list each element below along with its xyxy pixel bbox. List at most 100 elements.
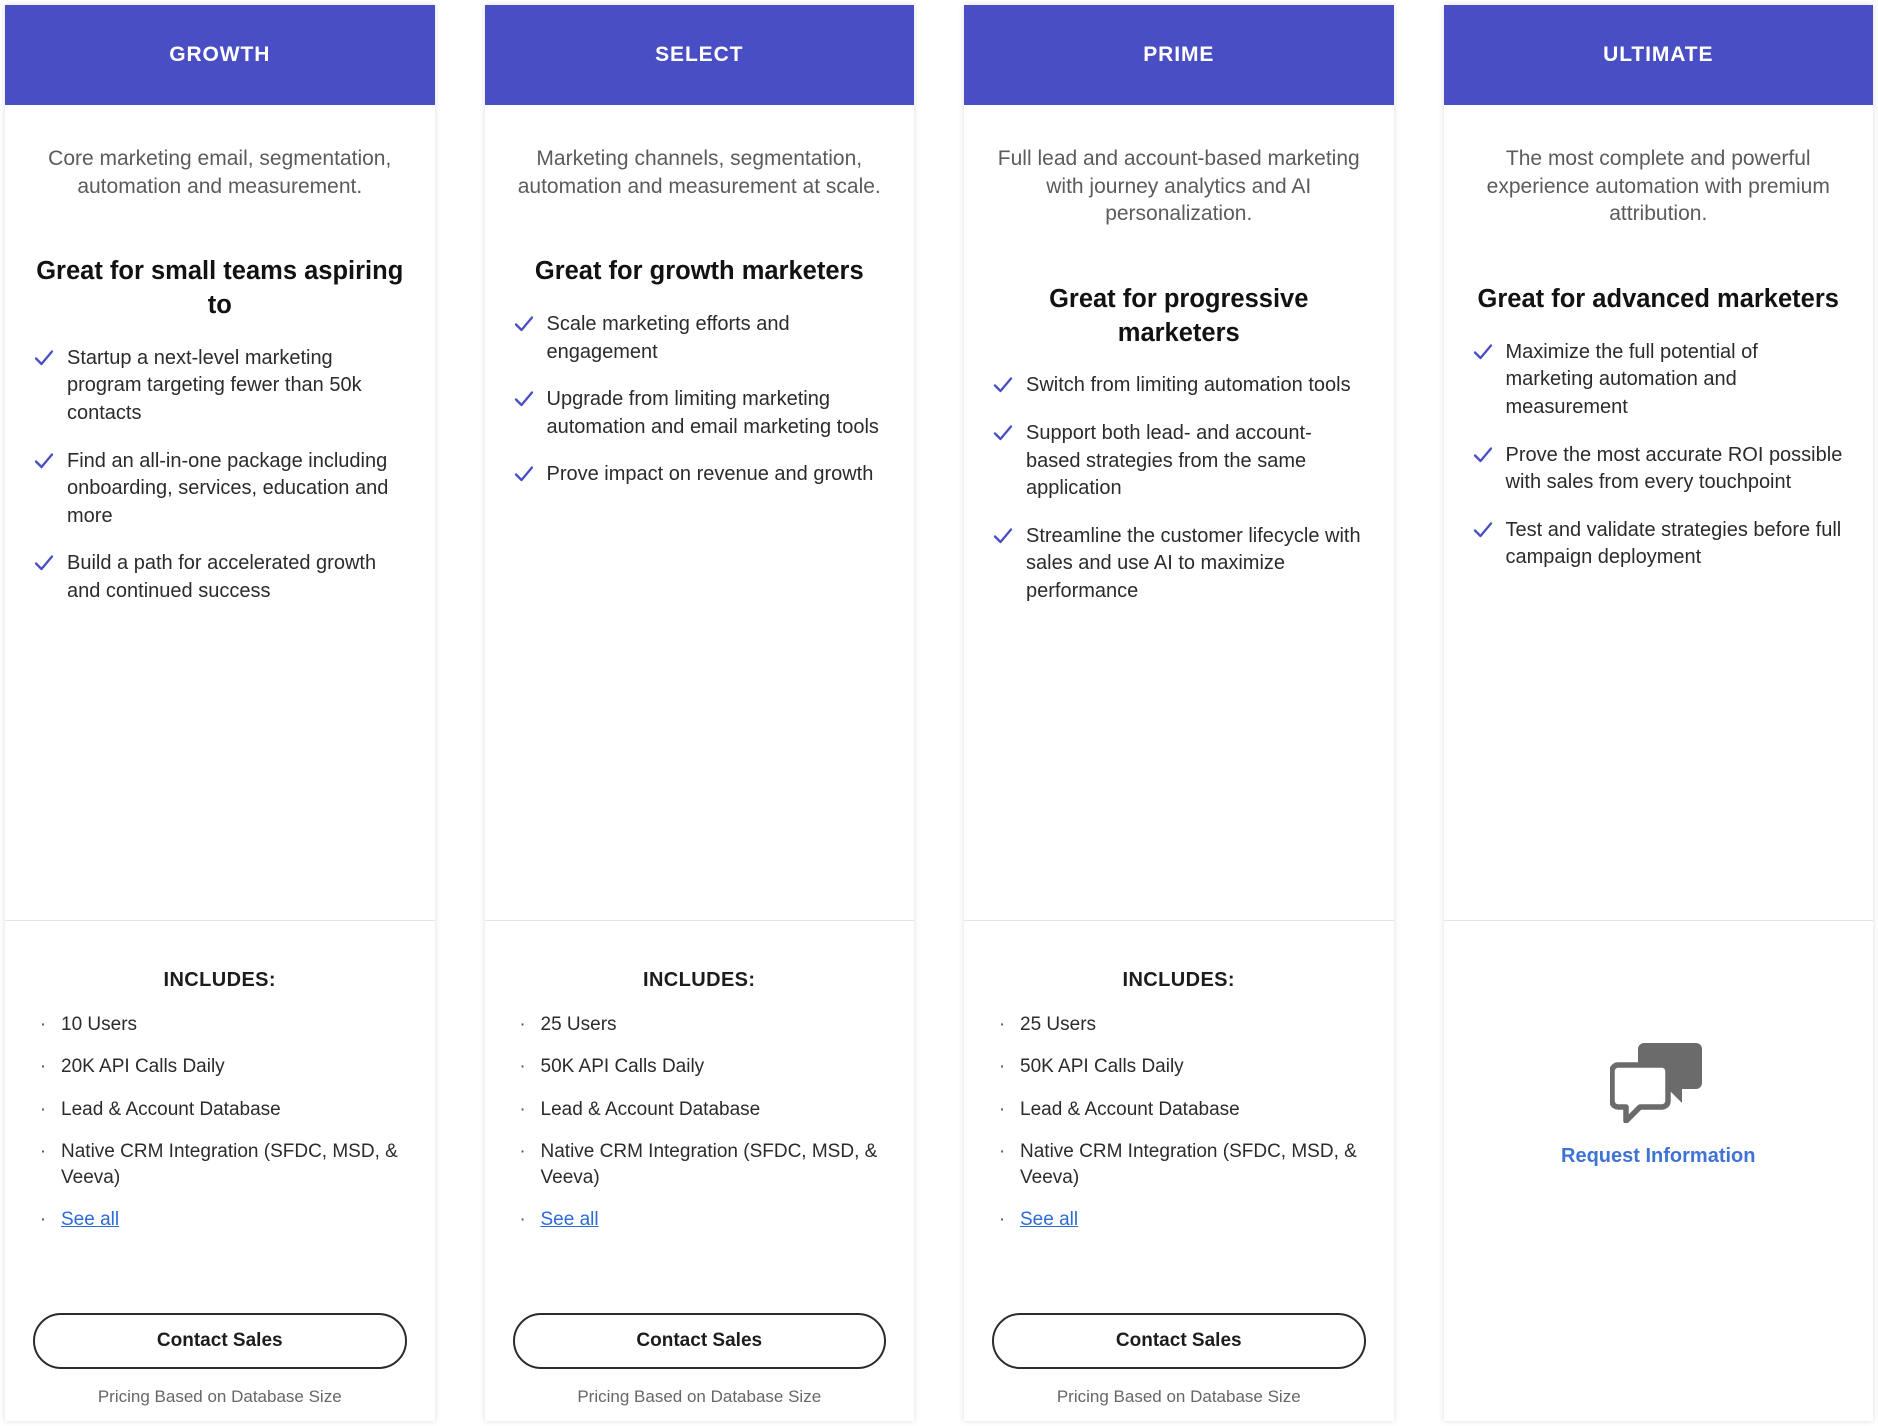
see-all-wrapper: See all	[1012, 1207, 1366, 1232]
benefit-item: Find an all-in-one package including onb…	[33, 448, 407, 531]
benefit-text: Upgrade from limiting marketing automati…	[546, 388, 879, 438]
benefit-text: Test and validate strategies before full…	[1505, 518, 1842, 569]
pricing-note: Pricing Based on Database Size	[97, 1387, 342, 1406]
plan-summary: Marketing channels, segmentation, automa…	[517, 147, 881, 198]
benefit-list: Startup a next-level marketing program t…	[33, 345, 407, 656]
includes-text: 50K API Calls Daily	[540, 1056, 705, 1078]
bullet-dot-icon: ·	[998, 1141, 1006, 1163]
benefit-item: Upgrade from limiting marketing automati…	[513, 386, 887, 441]
plan-includes-section: Request Information	[1444, 921, 1874, 1421]
plan-tagline: Great for growth marketers	[534, 257, 864, 286]
check-icon	[1473, 344, 1492, 359]
bullet-dot-icon: ·	[519, 1056, 526, 1078]
plan-header-ultimate: ULTIMATE	[1443, 5, 1873, 105]
includes-text: 10 Users	[61, 1014, 138, 1035]
includes-item: · 20K API Calls Daily	[33, 1054, 407, 1079]
check-icon	[514, 466, 533, 482]
bullet-dot-icon: ·	[39, 1141, 47, 1163]
includes-text: Native CRM Integration (SFDC, MSD, & Vee…	[61, 1141, 398, 1188]
benefit-text: Prove the most accurate ROI possible wit…	[1505, 443, 1843, 494]
see-all-wrapper: See all	[53, 1207, 407, 1232]
plan-card-ultimate: ULTIMATE The most complete and powerful e…	[1443, 5, 1874, 1421]
bullet-dot-icon: ·	[998, 1014, 1006, 1035]
see-all-wrapper: See all	[533, 1207, 887, 1232]
includes-text: Native CRM Integration (SFDC, MSD, & Vee…	[1020, 1141, 1357, 1188]
includes-text: 25 Users	[1020, 1014, 1097, 1035]
check-icon	[993, 377, 1013, 393]
request-information-block[interactable]: Request Information	[1472, 921, 1846, 1407]
benefit-item: Build a path for accelerated growth and …	[33, 550, 407, 605]
check-icon	[993, 528, 1013, 543]
check-icon	[34, 452, 54, 468]
contact-sales-button[interactable]: Contact Sales	[992, 1313, 1366, 1369]
bullet-dot-icon: ·	[519, 1209, 526, 1231]
includes-title: INCLUDES:	[1122, 969, 1235, 991]
pricing-note: Pricing Based on Database Size	[1056, 1387, 1301, 1406]
includes-title: INCLUDES:	[643, 969, 756, 991]
plan-name: PRIME	[1143, 43, 1215, 66]
includes-text: 50K API Calls Daily	[1020, 1056, 1184, 1078]
plan-tagline: Great for small teams aspiring to	[36, 257, 404, 320]
benefit-item: Test and validate strategies before full…	[1472, 517, 1846, 572]
plan-tagline: Great for advanced marketers	[1477, 285, 1839, 314]
includes-text: 20K API Calls Daily	[61, 1056, 225, 1078]
bullet-dot-icon: ·	[39, 1056, 47, 1078]
benefit-text: Maximize the full potential of marketing…	[1505, 340, 1758, 418]
see-all-link[interactable]: See all	[1020, 1209, 1078, 1230]
plan-includes-section: INCLUDES: · 25 Users · 50K API Calls Daily · L…	[485, 921, 915, 1421]
plan-summary: The most complete and powerful experienc…	[1486, 147, 1830, 226]
contact-sales-button[interactable]: Contact Sales	[512, 1313, 886, 1369]
request-information-link[interactable]: Request Information	[1561, 1145, 1755, 1168]
check-icon	[993, 425, 1013, 441]
includes-item-see-all[interactable]: · See all	[33, 1207, 407, 1232]
plan-header-select: SELECT	[484, 5, 914, 105]
plan-overview-section: The most complete and powerful experienc…	[1443, 105, 1873, 921]
contact-sales-button[interactable]: Contact Sales	[33, 1313, 407, 1369]
plan-card-prime: PRIME Full lead and account-based marketi…	[964, 5, 1394, 1421]
benefit-text: Find an all-in-one package including onb…	[67, 449, 389, 527]
plan-includes-section: INCLUDES: · 10 Users · 20K API Calls Daily · L…	[5, 921, 435, 1421]
includes-title: INCLUDES:	[163, 969, 276, 991]
bullet-dot-icon: ·	[39, 1209, 47, 1231]
plan-header-growth: GROWTH	[5, 5, 435, 105]
includes-text: Lead & Account Database	[61, 1098, 281, 1120]
includes-list: · 10 Users · 20K API Calls Daily · Lead & Acc…	[33, 1012, 407, 1250]
benefit-item: Prove the most accurate ROI possible wit…	[1472, 442, 1846, 497]
see-all-link[interactable]: See all	[541, 1209, 599, 1230]
includes-text: Lead & Account Database	[1020, 1098, 1240, 1120]
pricing-plan-grid: GROWTH Core marketing email, segmentation…	[0, 0, 1878, 1426]
includes-list: · 25 Users · 50K API Calls Daily · Lead & Acc…	[992, 1012, 1366, 1250]
bullet-dot-icon: ·	[39, 1014, 47, 1035]
includes-item: · 25 Users	[513, 1012, 887, 1037]
includes-text: Lead & Account Database	[540, 1098, 761, 1120]
plan-name: GROWTH	[169, 43, 271, 66]
check-icon	[34, 555, 54, 571]
includes-item: · 10 Users	[33, 1012, 407, 1037]
includes-item: · Native CRM Integration (SFDC, MSD, & Ve…	[513, 1139, 887, 1190]
includes-item: · Native CRM Integration (SFDC, MSD, & Ve…	[992, 1139, 1366, 1190]
benefit-list: Switch from limiting automation tools Sup…	[992, 372, 1366, 655]
plan-card-select: SELECT Marketing channels, segmentation, …	[484, 5, 915, 1421]
pricing-note: Pricing Based on Database Size	[577, 1387, 822, 1406]
plan-overview-section: Full lead and account-based marketing wi…	[964, 105, 1394, 921]
bullet-dot-icon: ·	[998, 1056, 1006, 1078]
includes-item-see-all[interactable]: · See all	[513, 1207, 887, 1232]
includes-item: · Lead & Account Database	[992, 1097, 1366, 1122]
benefit-text: Streamline the customer lifecycle with s…	[1026, 524, 1361, 603]
includes-text: 25 Users	[540, 1014, 617, 1035]
plan-summary: Core marketing email, segmentation, auto…	[48, 147, 392, 198]
see-all-link[interactable]: See all	[61, 1209, 119, 1230]
includes-item-see-all[interactable]: · See all	[992, 1207, 1366, 1232]
benefit-text: Prove impact on revenue and growth	[546, 463, 874, 486]
benefit-text: Startup a next-level marketing program t…	[67, 346, 362, 424]
plan-name: ULTIMATE	[1603, 43, 1714, 66]
bullet-dot-icon: ·	[519, 1098, 526, 1120]
includes-item: · 50K API Calls Daily	[992, 1054, 1366, 1079]
includes-item: · Lead & Account Database	[33, 1097, 407, 1122]
check-icon	[34, 350, 54, 365]
plan-tagline: Great for progressive marketers	[1049, 285, 1309, 347]
benefit-text: Support both lead- and account-based str…	[1026, 422, 1312, 500]
plan-overview-section: Core marketing email, segmentation, auto…	[5, 105, 435, 921]
